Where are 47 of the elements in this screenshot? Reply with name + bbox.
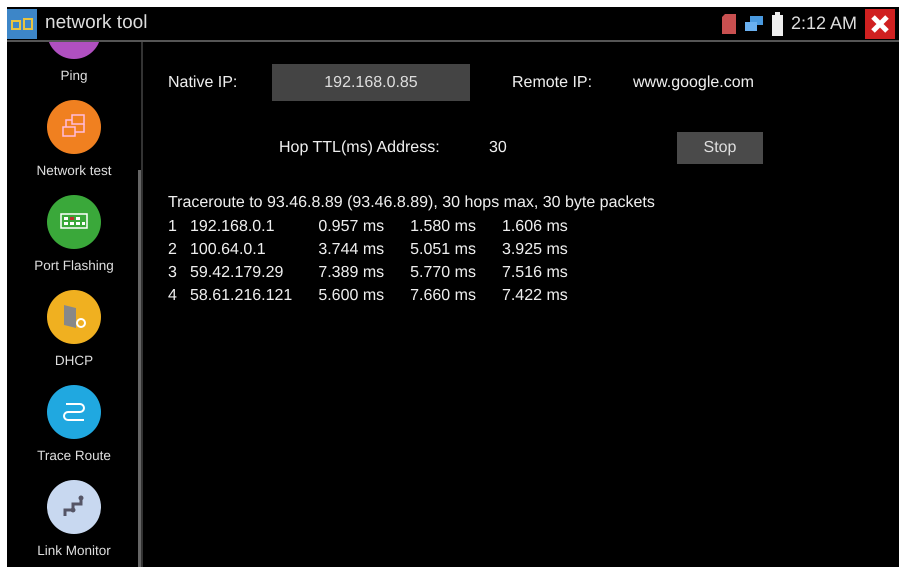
- hop-time: 0.957 ms: [318, 217, 386, 237]
- sd-card-icon: [722, 14, 736, 34]
- hop-number: 1: [168, 217, 178, 237]
- hop-time: 7.422 ms: [502, 286, 569, 306]
- hop-ip: 100.64.0.1: [190, 240, 267, 260]
- link-path-icon: [47, 480, 101, 534]
- clock-time: 2:12 AM: [790, 12, 857, 35]
- door-gear-icon: [47, 290, 101, 344]
- battery-icon: [772, 12, 783, 36]
- hop-time: 3.744 ms: [318, 240, 386, 260]
- hop-ttl-value: 30: [489, 138, 508, 158]
- hop-time: 3.925 ms: [502, 240, 569, 260]
- native-ip-label: Native IP:: [168, 72, 238, 92]
- hop-time: 5.770 ms: [410, 263, 477, 283]
- traceroute-header: Traceroute to 93.46.8.89 (93.46.8.89), 30 hops max, 30 byte packets: [168, 193, 656, 213]
- stop-button[interactable]: Stop: [677, 132, 763, 164]
- remote-ip-label: Remote IP:: [512, 72, 594, 92]
- close-button[interactable]: [865, 8, 895, 38]
- window-title: network tool: [45, 11, 148, 36]
- sidebar-item[interactable]: Trace Route: [9, 377, 139, 472]
- network-icon: [744, 16, 764, 32]
- sidebar-item[interactable]: Ping: [9, 42, 139, 92]
- hop-ip: 58.61.216.121: [190, 286, 294, 306]
- ports-icon: [47, 195, 101, 249]
- hop-time: 1.580 ms: [410, 217, 477, 237]
- native-ip-field[interactable]: 192.168.0.85: [272, 64, 470, 101]
- hop-time: 5.600 ms: [318, 286, 386, 306]
- scrollbar[interactable]: [138, 170, 141, 567]
- remote-ip-value: www.google.com: [633, 72, 754, 92]
- sidebar-item[interactable]: Network test: [9, 92, 139, 187]
- hop-time: 1.606 ms: [502, 217, 569, 237]
- hop-time: 5.051 ms: [410, 240, 477, 260]
- sidebar-item[interactable]: Link Monitor: [9, 472, 139, 567]
- hop-number: 2: [168, 240, 178, 260]
- hop-ip: 192.168.0.1: [190, 217, 276, 237]
- hop-time: 7.660 ms: [410, 286, 477, 306]
- route-icon: [47, 385, 101, 439]
- hop-number: 3: [168, 263, 178, 283]
- hop-ttl-label: Hop TTL(ms) Address:: [279, 138, 441, 158]
- computers-icon: [47, 100, 101, 154]
- hop-ip: 59.42.179.29: [190, 263, 284, 283]
- sidebar-item[interactable]: Port Flashing: [9, 187, 139, 282]
- hop-time: 7.516 ms: [502, 263, 569, 283]
- hop-time: 7.389 ms: [318, 263, 386, 283]
- hop-number: 4: [168, 286, 178, 306]
- close-icon: [870, 14, 890, 34]
- sidebar-item[interactable]: DHCP: [9, 282, 139, 377]
